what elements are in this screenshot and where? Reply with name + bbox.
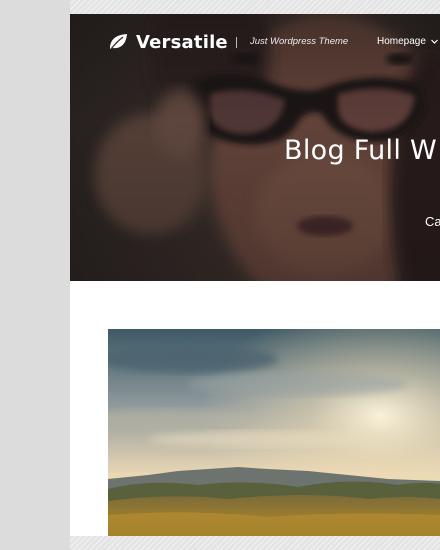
site-tagline: Just Wordpress Theme xyxy=(250,36,349,47)
left-gutter xyxy=(0,0,70,550)
logo-divider xyxy=(236,37,237,48)
site-logo[interactable]: Versatile xyxy=(108,31,228,53)
leaf-icon xyxy=(110,34,127,50)
hero-subtitle: Ca xyxy=(425,214,440,229)
nav-item-homepage[interactable]: Homepage xyxy=(377,36,439,47)
chevron-down-icon xyxy=(430,39,438,44)
featured-image[interactable] xyxy=(108,329,440,536)
page-title: Blog Full W xyxy=(284,135,438,166)
page-container: Versatile Just Wordpress Theme Homepage … xyxy=(70,14,440,536)
hero-header: Versatile Just Wordpress Theme Homepage … xyxy=(70,14,440,281)
logo-text: Versatile xyxy=(136,31,228,53)
nav-item-label: Homepage xyxy=(377,36,426,47)
